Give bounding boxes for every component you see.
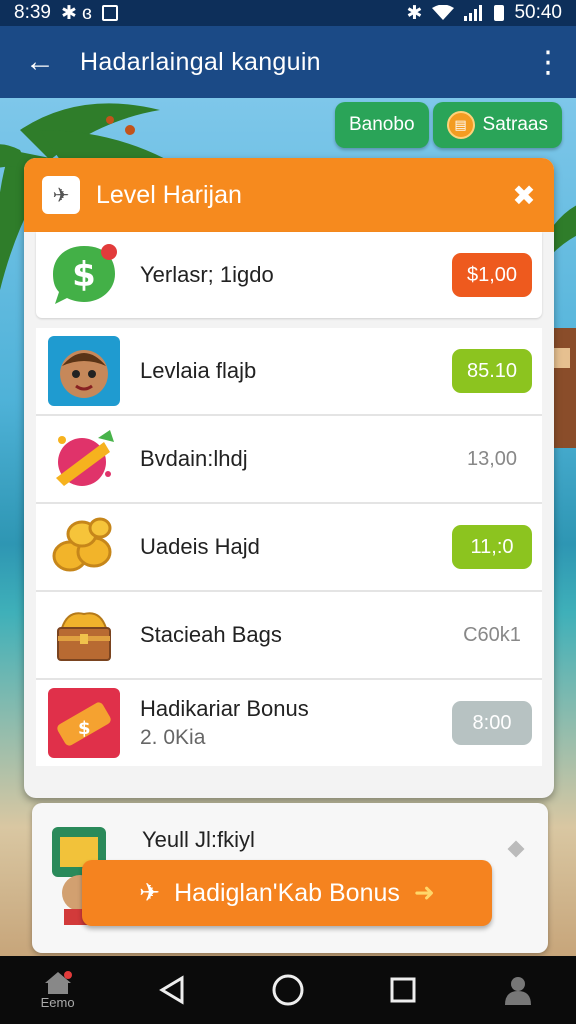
clock: 8:39 xyxy=(14,2,51,23)
home-circle-icon xyxy=(272,974,304,1006)
list-item[interactable]: $ Yerlasr; 1igdo $1,00 xyxy=(36,232,542,318)
svg-text:$: $ xyxy=(72,255,96,295)
list-item-label-group: Hadikariar Bonus 2. 0Kia xyxy=(140,696,452,750)
value-badge: 11,:0 xyxy=(452,525,532,569)
banobo-button[interactable]: Banobo xyxy=(335,102,429,148)
plane-icon: ✈ xyxy=(42,176,80,214)
home-label: Eemo xyxy=(40,994,75,1010)
more-options-icon[interactable]: ⋮ xyxy=(520,45,576,80)
signal-icon xyxy=(464,5,483,21)
claim-bonus-label: Hadiglan'Kab Bonus xyxy=(174,878,400,907)
home-icon xyxy=(44,970,72,994)
ticket-icon: $ xyxy=(46,688,122,758)
page-title: Hadarlaingal kanguin xyxy=(80,47,321,76)
value-badge: 85.10 xyxy=(452,349,532,393)
value-badge: $1,00 xyxy=(452,253,532,297)
dollar-chat-icon: $ xyxy=(46,240,122,310)
list-item[interactable]: Bvdain:lhdj 13,00 xyxy=(36,416,542,504)
level-panel: ✈ Level Harijan ✖ $ Yerlasr; 1igdo $1,00… xyxy=(24,158,554,798)
indicator-icon xyxy=(507,840,525,858)
status-time-right: 50:40 xyxy=(514,2,562,23)
recents-square-icon xyxy=(390,977,416,1003)
app-bar: ← Hadarlaingal kanguin ⋮ xyxy=(0,26,576,98)
list-item-label: Hadikariar Bonus xyxy=(140,696,309,721)
treasure-chest-icon xyxy=(46,600,122,670)
panel-header: ✈ Level Harijan ✖ xyxy=(24,158,554,232)
value-text: 13,00 xyxy=(466,447,518,470)
avatar-face-icon xyxy=(46,336,122,406)
bonus-card-label: Yeull Jl:fkiyl xyxy=(142,827,255,852)
battery-icon xyxy=(494,5,505,21)
arrow-right-icon: ➜ xyxy=(413,879,435,907)
reward-list: $ Yerlasr; 1igdo $1,00 Levlaia flajb 85.… xyxy=(24,232,554,766)
value-text: C60k1 xyxy=(463,623,521,646)
home-nav-button[interactable]: Eemo xyxy=(23,970,93,1010)
banobo-label: Banobo xyxy=(349,114,415,135)
list-item-sublabel: 2. 0Kia xyxy=(140,726,206,749)
top-button-row: Banobo ▤ Satraas xyxy=(335,102,562,148)
list-item-label: Uadeis Hajd xyxy=(140,534,260,559)
close-icon[interactable]: ✖ xyxy=(494,179,554,212)
satraas-button[interactable]: ▤ Satraas xyxy=(432,102,562,148)
bluetooth-icon: ✱ xyxy=(406,2,423,24)
back-nav-button[interactable] xyxy=(138,975,208,1005)
claim-bonus-button[interactable]: ✈ Hadiglan'Kab Bonus ➜ xyxy=(82,860,492,926)
list-item[interactable]: Uadeis Hajd 11,:0 xyxy=(36,504,542,592)
list-item-label: Levlaia flajb xyxy=(140,358,257,383)
gift-candy-icon xyxy=(46,424,122,494)
person-icon xyxy=(505,977,532,1005)
notification-icons: ✱ ɞ xyxy=(60,2,92,24)
wifi-icon xyxy=(432,5,455,20)
coin-icon: ▤ xyxy=(446,111,475,139)
system-nav-bar: Eemo xyxy=(0,956,576,1024)
profile-nav-button[interactable] xyxy=(483,975,553,1005)
recents-nav-button[interactable] xyxy=(368,976,438,1004)
svg-text:$: $ xyxy=(78,718,91,739)
back-triangle-icon xyxy=(158,975,184,1005)
list-item-label: Bvdain:lhdj xyxy=(140,446,248,471)
list-item[interactable]: Stacieah Bags C60k1 xyxy=(36,592,542,680)
list-item[interactable]: $ Hadikariar Bonus 2. 0Kia 8:00 xyxy=(36,680,542,766)
home-circle-nav-button[interactable] xyxy=(253,973,323,1007)
list-item-label: Stacieah Bags xyxy=(140,622,282,647)
list-item-label: Yerlasr; 1igdo xyxy=(140,262,274,287)
satraas-label: Satraas xyxy=(482,114,548,135)
home-notification-icon xyxy=(101,5,118,21)
panel-title: Level Harijan xyxy=(96,180,242,209)
back-arrow-icon[interactable]: ← xyxy=(0,45,80,79)
plane-icon: ✈ xyxy=(139,879,161,907)
gold-coins-icon xyxy=(46,512,122,582)
status-bar: 8:39 ✱ ɞ ✱ 50:40 xyxy=(0,0,576,26)
value-badge: 8:00 xyxy=(452,701,532,745)
list-item[interactable]: Levlaia flajb 85.10 xyxy=(36,328,542,416)
